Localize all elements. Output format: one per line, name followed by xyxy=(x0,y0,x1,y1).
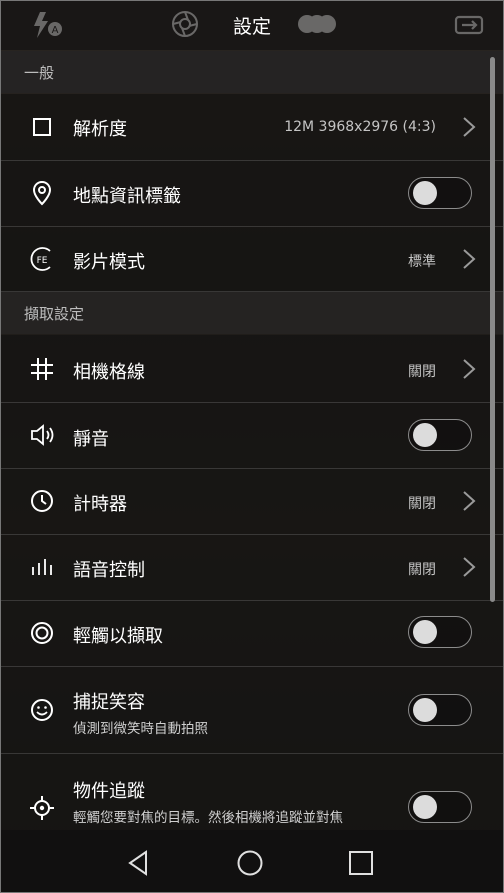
square-frame-icon xyxy=(33,118,51,136)
audio-level-icon xyxy=(32,559,52,575)
setting-resolution[interactable]: 解析度 12M 3968x2976 (4:3) xyxy=(0,94,504,161)
recents-icon[interactable] xyxy=(346,848,376,878)
setting-value: 關閉 xyxy=(408,562,436,578)
mute-toggle[interactable] xyxy=(408,419,472,451)
home-icon[interactable] xyxy=(235,848,265,878)
setting-label: 語音控制 xyxy=(73,560,145,581)
setting-label: 輕觸以擷取 xyxy=(73,626,163,647)
page-title: 設定 xyxy=(232,16,271,38)
switch-camera-icon[interactable] xyxy=(452,10,486,38)
toggle-knob xyxy=(413,620,437,644)
back-icon[interactable] xyxy=(124,848,154,878)
toggle-knob xyxy=(413,181,437,205)
toggle-knob xyxy=(413,423,437,447)
setting-smile-capture[interactable]: 捕捉笑容 偵測到微笑時自動拍照 xyxy=(0,667,504,754)
setting-video-mode[interactable]: FE 影片模式 標準 xyxy=(0,227,504,292)
setting-label: 捕捉笑容 xyxy=(73,692,145,713)
section-header-capture: 擷取設定 xyxy=(0,292,504,334)
touch-capture-toggle[interactable] xyxy=(408,616,472,648)
setting-description: 輕觸您要對焦的目標。然後相機將追蹤並對焦 xyxy=(73,810,343,826)
chevron-right-icon xyxy=(463,557,476,577)
location-tag-toggle[interactable] xyxy=(408,177,472,209)
toggle-knob xyxy=(413,795,437,819)
setting-label: 解析度 xyxy=(73,119,127,140)
toggle-knob xyxy=(413,698,437,722)
chevron-right-icon xyxy=(463,491,476,511)
setting-label: 計時器 xyxy=(73,494,127,515)
setting-voice-control[interactable]: 語音控制 關閉 xyxy=(0,535,504,601)
scrollbar[interactable] xyxy=(490,57,495,602)
smile-icon xyxy=(31,699,53,721)
top-bar: A 設定 xyxy=(0,0,504,50)
filter-icon[interactable] xyxy=(296,10,338,38)
setting-value: 12M 3968x2976 (4:3) xyxy=(284,119,436,135)
navigation-bar xyxy=(0,830,504,893)
setting-mute[interactable]: 靜音 xyxy=(0,403,504,469)
setting-timer[interactable]: 計時器 關閉 xyxy=(0,469,504,535)
setting-grid[interactable]: 相機格線 關閉 xyxy=(0,335,504,403)
setting-label: 地點資訊標籤 xyxy=(73,186,181,207)
section-title: 一般 xyxy=(24,64,55,82)
setting-value: 標準 xyxy=(408,254,436,270)
setting-value: 關閉 xyxy=(408,496,436,512)
svg-text:FE: FE xyxy=(37,256,48,266)
setting-object-tracking[interactable]: 物件追蹤 輕觸您要對焦的目標。然後相機將追蹤並對焦 xyxy=(0,754,504,830)
clock-icon xyxy=(31,490,53,512)
section-header-general: 一般 xyxy=(0,51,504,93)
setting-description: 偵測到微笑時自動拍照 xyxy=(73,721,208,737)
grid-icon xyxy=(31,358,53,380)
setting-label: 靜音 xyxy=(73,429,109,450)
chevron-right-icon xyxy=(463,359,476,379)
setting-location-tag[interactable]: 地點資訊標籤 xyxy=(0,161,504,227)
setting-label: 物件追蹤 xyxy=(73,781,145,802)
chevron-right-icon xyxy=(463,117,476,137)
crosshair-icon xyxy=(30,796,54,820)
object-tracking-toggle[interactable] xyxy=(408,791,472,823)
chevron-right-icon xyxy=(463,249,476,269)
video-mode-fe-icon: FE xyxy=(30,247,51,271)
location-pin-icon xyxy=(32,180,52,206)
section-title: 擷取設定 xyxy=(24,305,85,323)
shutter-circle-icon xyxy=(31,622,53,644)
smile-capture-toggle[interactable] xyxy=(408,694,472,726)
speaker-icon xyxy=(31,424,54,446)
setting-label: 影片模式 xyxy=(73,252,145,273)
setting-touch-capture[interactable]: 輕觸以擷取 xyxy=(0,601,504,667)
setting-value: 關閉 xyxy=(408,364,436,380)
setting-label: 相機格線 xyxy=(73,362,145,383)
